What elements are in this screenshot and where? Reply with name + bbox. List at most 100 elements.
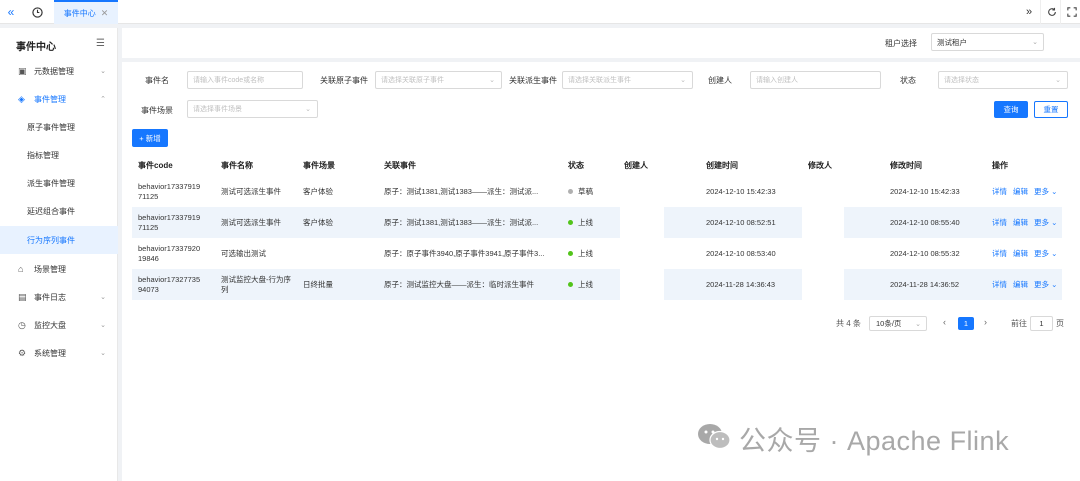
page-size-select[interactable]: 10条/页 ⌄	[869, 316, 927, 331]
table-row[interactable]: behavior17337919 71125 测试可选派生事件 客户体验 原子：…	[132, 176, 1062, 207]
cell-code: behavior17327735 94073	[138, 274, 201, 294]
chevron-down-icon: ⌄	[100, 322, 106, 329]
filter-label-creator: 创建人	[708, 76, 732, 85]
cell-status: 上线	[568, 269, 593, 300]
cell-modified: 2024-12-10 08:55:32	[890, 248, 960, 258]
tab-event-center[interactable]: 事件中心 ✕	[54, 0, 118, 24]
cell-code: behavior17337919 71125	[138, 181, 201, 201]
edit-link[interactable]: 编辑	[1013, 218, 1028, 228]
main-content: 租户选择 测试租户 ⌄ 事件名 请输入事件code或名称 关联原子事件 请选择关…	[122, 28, 1080, 481]
file-icon: ▤	[18, 291, 27, 302]
status-select[interactable]: 请选择状态 ⌄	[938, 71, 1068, 89]
cell-modified: 2024-12-10 15:42:33	[890, 186, 960, 196]
more-dropdown[interactable]: 更多 ⌄	[1034, 218, 1057, 228]
chevron-down-icon: ⌄	[1051, 217, 1058, 227]
double-chevron-left-icon[interactable]: «	[0, 0, 22, 24]
cell-actions: 详情 编辑 更多 ⌄	[992, 238, 1063, 269]
atomic-event-select[interactable]: 请选择关联原子事件 ⌄	[375, 71, 502, 89]
more-dropdown[interactable]: 更多 ⌄	[1034, 280, 1057, 290]
event-name-input[interactable]: 请输入事件code或名称	[187, 71, 303, 89]
cell-modified: 2024-11-28 14:36:52	[890, 279, 960, 289]
detail-link[interactable]: 详情	[992, 280, 1007, 290]
col-header: 修改人	[808, 160, 832, 170]
table-header: 事件code 事件名称 事件场景 关联事件 状态 创建人 创建时间 修改人 修改…	[132, 154, 1062, 176]
prev-page-button[interactable]: ‹	[943, 317, 946, 327]
chevron-down-icon: ⌄	[915, 320, 921, 328]
sidebar-subitem-delayed[interactable]: 延迟组合事件	[0, 197, 118, 225]
table-row[interactable]: behavior17337919 71125 测试可选派生事件 客户体验 原子：…	[132, 207, 1062, 238]
derived-event-select[interactable]: 请选择关联派生事件 ⌄	[562, 71, 693, 89]
goto-page-input[interactable]: 1	[1030, 316, 1053, 331]
table-row[interactable]: behavior17337920 19846 可选输出测试 原子：原子事件394…	[132, 238, 1062, 269]
cell-created: 2024-12-10 08:52:51	[706, 217, 776, 227]
menu-collapse-icon[interactable]: ☰	[96, 38, 105, 49]
detail-link[interactable]: 详情	[992, 218, 1007, 228]
creator-input[interactable]: 请输入创建人	[750, 71, 881, 89]
status-text: 上线	[578, 217, 593, 227]
reset-button[interactable]: 重置	[1034, 101, 1068, 118]
sidebar-item-metadata[interactable]: ▣ 元数据管理 ⌄	[0, 57, 118, 85]
table-row[interactable]: behavior17327735 94073 测试监控大盘-行为序列 日终批量 …	[132, 269, 1062, 300]
layers-icon: ◈	[18, 93, 25, 104]
query-button[interactable]: 查询	[994, 101, 1028, 118]
more-label: 更多	[1034, 279, 1049, 289]
watermark: 公众号 · Apache Flink	[697, 420, 1009, 456]
fullscreen-icon[interactable]	[1060, 0, 1080, 24]
cell-name: 测试监控大盘-行为序列	[221, 274, 291, 294]
sidebar-item-scene[interactable]: ⌂ 场景管理	[0, 255, 118, 283]
page-suffix: 页	[1056, 319, 1064, 328]
placeholder: 请输入创建人	[756, 77, 798, 84]
masked-cell	[620, 176, 664, 207]
cell-actions: 详情 编辑 更多 ⌄	[992, 269, 1063, 300]
sidebar-item-label: 监控大盘	[34, 320, 66, 330]
double-chevron-right-icon[interactable]: »	[1018, 0, 1040, 24]
masked-cell	[802, 207, 844, 238]
sidebar-item-label: 元数据管理	[34, 66, 74, 76]
detail-link[interactable]: 详情	[992, 249, 1007, 259]
next-page-button[interactable]: ›	[984, 317, 987, 327]
sidebar-item-system[interactable]: ⚙ 系统管理 ⌄	[0, 339, 118, 367]
sidebar-item-event-log[interactable]: ▤ 事件日志 ⌄	[0, 283, 118, 311]
sidebar-item-label: 事件日志	[34, 292, 66, 302]
sidebar-subitem-indicator[interactable]: 指标管理	[0, 141, 118, 169]
edit-link[interactable]: 编辑	[1013, 249, 1028, 259]
sidebar-subitem-derived[interactable]: 派生事件管理	[0, 169, 118, 197]
detail-link[interactable]: 详情	[992, 187, 1007, 197]
col-header: 操作	[992, 160, 1008, 170]
divider	[122, 58, 1080, 62]
cell-code: behavior17337919 71125	[138, 212, 201, 232]
status-text: 草稿	[578, 186, 593, 196]
chevron-up-icon: ⌃	[100, 96, 106, 103]
scene-select[interactable]: 请选择事件场景 ⌄	[187, 100, 318, 118]
cell-related: 原子：测试1381,测试1383——派生：测试派...	[384, 217, 539, 227]
sidebar-subitem-atomic[interactable]: 原子事件管理	[0, 113, 118, 141]
col-header: 创建人	[624, 160, 648, 170]
cell-created: 2024-11-28 14:36:43	[706, 279, 776, 289]
status-dot	[568, 189, 573, 194]
sidebar-item-event-management[interactable]: ◈ 事件管理 ⌃	[0, 85, 118, 113]
sidebar-item-monitor[interactable]: ◷ 监控大盘 ⌄	[0, 311, 118, 339]
cell-actions: 详情 编辑 更多 ⌄	[992, 176, 1063, 207]
chevron-down-icon: ⌄	[100, 68, 106, 75]
cell-scene: 客户体验	[303, 217, 333, 227]
refresh-icon[interactable]	[1040, 0, 1062, 24]
tenant-select[interactable]: 测试租户 ⌄	[931, 33, 1044, 51]
add-button[interactable]: + 新增	[132, 129, 168, 147]
tenant-label: 租户选择	[885, 39, 917, 48]
more-dropdown[interactable]: 更多 ⌄	[1034, 187, 1057, 197]
placeholder: 请选择关联派生事件	[568, 77, 631, 84]
database-icon: ▣	[18, 65, 27, 76]
edit-link[interactable]: 编辑	[1013, 280, 1028, 290]
status-text: 上线	[578, 248, 593, 258]
clock-icon[interactable]	[26, 0, 48, 24]
clock-icon: ◷	[18, 319, 26, 330]
close-icon[interactable]: ✕	[101, 8, 109, 19]
sidebar-item-label: 场景管理	[34, 264, 66, 274]
more-dropdown[interactable]: 更多 ⌄	[1034, 249, 1057, 259]
edit-link[interactable]: 编辑	[1013, 187, 1028, 197]
filter-label-status: 状态	[900, 76, 916, 85]
placeholder: 请输入事件code或名称	[193, 77, 265, 84]
current-page-button[interactable]: 1	[958, 317, 974, 330]
cell-status: 上线	[568, 207, 593, 238]
sidebar-subitem-behavior-sequence[interactable]: 行为序列事件	[0, 226, 118, 254]
